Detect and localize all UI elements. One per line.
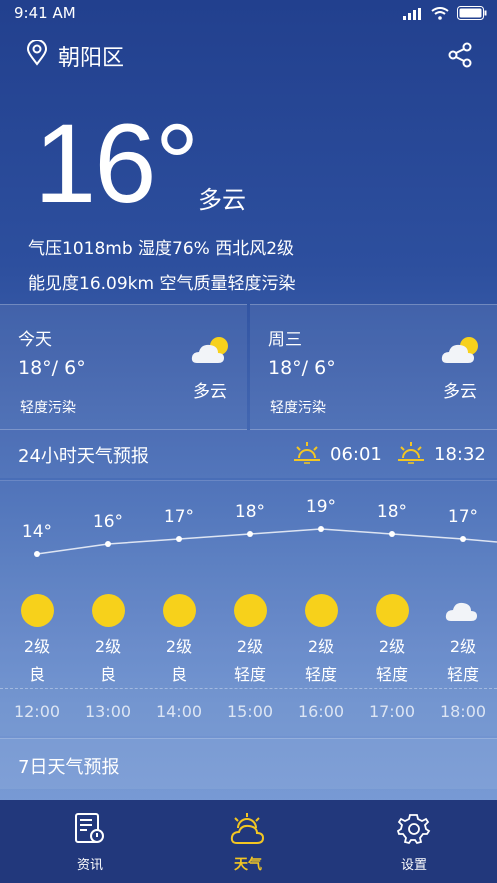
weekly-forecast-title: 7日天气预报 bbox=[18, 757, 120, 778]
share-icon bbox=[447, 42, 473, 72]
gear-icon bbox=[396, 814, 431, 850]
hourly-column: 17° 2级轻度 18:00 bbox=[428, 481, 497, 731]
tab-weather-label: 天气 bbox=[234, 857, 262, 873]
hourly-wind: 2级 bbox=[236, 637, 264, 656]
signal-icon bbox=[403, 6, 423, 24]
hourly-time: 17:00 bbox=[368, 702, 416, 721]
hourly-column: 16° 2级良 13:00 bbox=[73, 481, 143, 731]
hourly-air-quality: 轻度 bbox=[446, 665, 479, 684]
hourly-temp: 17° bbox=[447, 507, 479, 527]
current-condition: 多云 bbox=[198, 186, 246, 214]
sun-icon bbox=[162, 594, 196, 627]
sun-icon bbox=[233, 594, 267, 627]
tab-news[interactable]: 资讯 bbox=[30, 812, 150, 873]
sun-icon bbox=[91, 594, 125, 627]
hourly-wind: 2级 bbox=[449, 637, 477, 656]
sunrise-time: 06:01 bbox=[330, 444, 382, 465]
sun-icon bbox=[375, 594, 409, 627]
day-air-quality: 轻度污染 bbox=[20, 400, 76, 416]
hourly-wind: 2级 bbox=[94, 637, 122, 656]
hourly-air-quality: 轻度 bbox=[375, 665, 408, 684]
day-name: 今天 bbox=[18, 330, 52, 350]
day-name: 周三 bbox=[268, 330, 302, 350]
partly-cloudy-icon bbox=[189, 335, 231, 371]
hourly-air-quality: 良 bbox=[99, 665, 116, 684]
hourly-column: 18° 2级轻度 15:00 bbox=[215, 481, 285, 731]
divider bbox=[0, 688, 497, 689]
hourly-temp: 16° bbox=[92, 512, 124, 532]
hourly-time: 15:00 bbox=[226, 702, 274, 721]
hourly-wind: 2级 bbox=[378, 637, 406, 656]
hourly-column: 18° 2级轻度 17:00 bbox=[357, 481, 427, 731]
hourly-time: 14:00 bbox=[155, 702, 203, 721]
weather-icon bbox=[228, 813, 268, 850]
day-temp-range: 18°/ 6° bbox=[268, 357, 336, 379]
hourly-wind: 2级 bbox=[165, 637, 193, 656]
hourly-air-quality: 良 bbox=[28, 665, 45, 684]
tab-settings[interactable]: 设置 bbox=[354, 812, 474, 873]
weekly-forecast-header[interactable]: 7日天气预报 bbox=[0, 738, 497, 789]
hourly-forecast[interactable]: 14° 2级良 12:00 16° 2级良 13:00 17° 2级良 14:00 18° 2级轻度… bbox=[0, 480, 497, 736]
sunset-icon bbox=[396, 440, 426, 469]
hourly-forecast-title: 24小时天气预报 bbox=[18, 446, 149, 467]
hourly-air-quality: 轻度 bbox=[304, 665, 337, 684]
hourly-air-quality: 良 bbox=[170, 665, 187, 684]
sun-icon bbox=[304, 594, 338, 627]
hourly-temp: 18° bbox=[376, 502, 408, 522]
share-button[interactable] bbox=[447, 42, 473, 72]
tab-weather[interactable]: 天气 bbox=[188, 812, 308, 874]
details-line-1: 气压1018mb 湿度76% 西北风2级 bbox=[28, 239, 295, 259]
hourly-wind: 2级 bbox=[307, 637, 335, 656]
tab-news-label: 资讯 bbox=[76, 858, 103, 873]
day-card-wednesday[interactable]: 周三 18°/ 6° 轻度污染 多云 bbox=[250, 304, 497, 430]
sunset-time: 18:32 bbox=[434, 444, 486, 465]
sunset: 18:32 bbox=[396, 440, 486, 469]
details-line-2: 能见度16.09km 空气质量轻度污染 bbox=[28, 274, 296, 294]
wifi-icon bbox=[431, 6, 449, 24]
location-pin-icon bbox=[26, 39, 48, 72]
tab-settings-label: 设置 bbox=[400, 858, 427, 873]
hourly-column: 19° 2级轻度 16:00 bbox=[286, 481, 356, 731]
current-temperature: 16° bbox=[34, 101, 199, 226]
day-temp-range: 18°/ 6° bbox=[18, 357, 86, 379]
hourly-time: 18:00 bbox=[439, 702, 487, 721]
day-air-quality: 轻度污染 bbox=[270, 400, 326, 416]
tab-bar: 资讯 天气 设置 bbox=[0, 800, 497, 883]
battery-icon bbox=[457, 6, 487, 24]
hourly-time: 13:00 bbox=[84, 702, 132, 721]
hourly-temp: 17° bbox=[163, 507, 195, 527]
hourly-temp: 14° bbox=[21, 522, 53, 542]
hourly-temp: 19° bbox=[305, 497, 337, 517]
partly-cloudy-icon bbox=[439, 335, 481, 371]
hourly-column: 14° 2级良 12:00 bbox=[2, 481, 72, 731]
sun-icon bbox=[20, 594, 54, 627]
status-bar: 9:41 AM bbox=[0, 0, 497, 26]
hourly-time: 12:00 bbox=[13, 702, 61, 721]
location-name: 朝阳区 bbox=[58, 46, 125, 71]
hourly-time: 16:00 bbox=[297, 702, 345, 721]
sunrise-icon bbox=[292, 440, 322, 469]
hourly-air-quality: 轻度 bbox=[233, 665, 266, 684]
status-time: 9:41 AM bbox=[14, 4, 76, 22]
hourly-wind: 2级 bbox=[23, 637, 51, 656]
day-condition: 多云 bbox=[193, 382, 227, 402]
location-header[interactable]: 朝阳区 bbox=[26, 39, 125, 72]
day-condition: 多云 bbox=[443, 382, 477, 402]
hourly-forecast-header: 24小时天气预报 06:01 18:32 bbox=[0, 430, 497, 478]
day-card-today[interactable]: 今天 18°/ 6° 轻度污染 多云 bbox=[0, 304, 247, 430]
cloud-icon bbox=[428, 594, 497, 627]
sunrise: 06:01 bbox=[292, 440, 382, 469]
hourly-column: 17° 2级良 14:00 bbox=[144, 481, 214, 731]
news-icon bbox=[73, 813, 107, 850]
hourly-temp: 18° bbox=[234, 502, 266, 522]
